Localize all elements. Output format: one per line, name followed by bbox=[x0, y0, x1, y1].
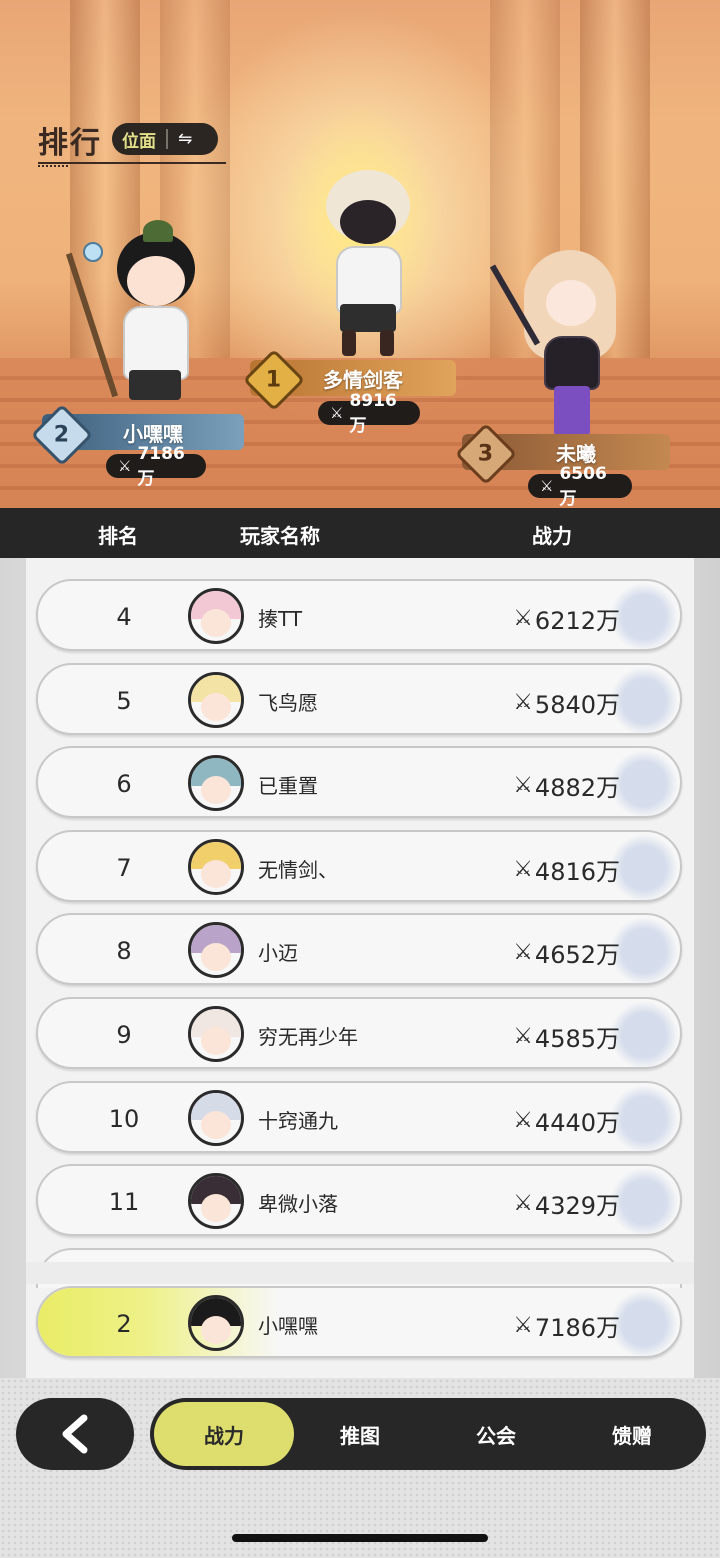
player-avatar bbox=[188, 1006, 244, 1062]
self-rank: 2 bbox=[116, 1310, 132, 1338]
crossed-swords-icon: ⚔ bbox=[118, 457, 132, 475]
podium-second-name: 小嘿嘿 bbox=[123, 421, 183, 446]
ranking-row[interactable]: 6 已重置 ⚔ 4882万 bbox=[36, 746, 682, 819]
player-name: 卑微小落 bbox=[258, 1192, 338, 1217]
crossed-swords-icon: ⚔ bbox=[513, 940, 533, 966]
chevron-left-icon bbox=[62, 1414, 88, 1454]
self-power: ⚔ 7186万 bbox=[513, 1313, 620, 1342]
player-avatar bbox=[188, 755, 244, 812]
row-rank: 6 bbox=[116, 770, 132, 799]
crossed-swords-icon: ⚔ bbox=[513, 689, 533, 715]
ranking-row[interactable]: 10 十窍通九 ⚔ 4440万 bbox=[36, 1080, 682, 1153]
column-power: 战力 bbox=[532, 524, 572, 548]
self-name: 小嘿嘿 bbox=[258, 1314, 318, 1338]
podium-power-third: ⚔ 6506万 bbox=[528, 464, 632, 508]
row-rank: 10 bbox=[108, 1104, 140, 1133]
player-power: ⚔ 4329万 bbox=[513, 1191, 620, 1221]
player-avatar bbox=[188, 838, 244, 895]
self-avatar bbox=[188, 1295, 244, 1351]
player-avatar bbox=[188, 922, 244, 979]
player-name: 十窍通九 bbox=[258, 1108, 338, 1133]
page-title: 排行 bbox=[38, 126, 102, 161]
podium-power-second: ⚔ 7186万 bbox=[106, 444, 206, 489]
swap-arrows-icon: ⇋ bbox=[178, 129, 193, 149]
crossed-swords-icon: ⚔ bbox=[513, 1107, 533, 1133]
player-power: ⚔ 4585万 bbox=[513, 1024, 620, 1053]
home-indicator[interactable] bbox=[232, 1534, 488, 1542]
ranking-row[interactable]: 7 无情剑、 ⚔ 4816万 bbox=[36, 829, 682, 902]
podium-character-third[interactable] bbox=[489, 250, 620, 440]
column-header: 排名 玩家名称 战力 bbox=[0, 508, 720, 558]
podium-banner: 排行 位面 ⇋ 小嘿嘿 2 ⚔ 7186万 多情剑客 1 ⚔ 8916万 未曦 3 … bbox=[0, 0, 720, 508]
ranking-row[interactable]: 5 飞鸟愿 ⚔ 5840万 bbox=[36, 662, 682, 735]
column-player: 玩家名称 bbox=[240, 524, 320, 548]
row-rank: 9 bbox=[116, 1021, 132, 1049]
player-power: ⚔ 4882万 bbox=[513, 773, 620, 803]
podium-character-first[interactable] bbox=[318, 170, 418, 360]
crossed-swords-icon: ⚔ bbox=[513, 1024, 533, 1049]
tab-guild[interactable]: 公会 bbox=[434, 1398, 558, 1470]
row-rank: 11 bbox=[108, 1188, 140, 1217]
player-name: 飞鸟愿 bbox=[258, 690, 318, 715]
player-name: 穷无再少年 bbox=[258, 1025, 358, 1049]
crossed-swords-icon: ⚔ bbox=[513, 1191, 533, 1217]
back-button[interactable] bbox=[16, 1398, 134, 1470]
row-rank: 5 bbox=[116, 686, 132, 715]
player-name: 无情剑、 bbox=[258, 857, 338, 882]
crossed-swords-icon: ⚔ bbox=[513, 773, 533, 799]
ranking-tabs: 战力 推图 公会 馈赠 bbox=[150, 1398, 706, 1470]
player-power: ⚔ 6212万 bbox=[513, 606, 620, 635]
row-rank: 8 bbox=[116, 937, 132, 966]
crossed-swords-icon: ⚔ bbox=[513, 1313, 533, 1338]
scope-switch-label: 位面 bbox=[122, 131, 156, 152]
player-power: ⚔ 4816万 bbox=[513, 856, 620, 886]
tab-stage[interactable]: 推图 bbox=[298, 1398, 422, 1470]
podium-first-name: 多情剑客 bbox=[323, 367, 403, 392]
player-name: 小迈 bbox=[258, 941, 298, 966]
podium-character-second[interactable] bbox=[65, 220, 205, 420]
player-avatar bbox=[188, 1173, 244, 1230]
self-rank-row[interactable]: 2 小嘿嘿 ⚔ 7186万 bbox=[36, 1286, 682, 1358]
crossed-swords-icon: ⚔ bbox=[540, 477, 554, 495]
ranking-row[interactable]: 9 穷无再少年 ⚔ 4585万 bbox=[36, 997, 682, 1069]
tab-gift[interactable]: 馈赠 bbox=[570, 1398, 694, 1470]
column-rank: 排名 bbox=[98, 524, 138, 548]
leaf-icon bbox=[143, 220, 173, 242]
tab-power[interactable]: 战力 bbox=[154, 1402, 294, 1466]
player-avatar bbox=[188, 1089, 244, 1146]
player-power: ⚔ 4440万 bbox=[513, 1107, 620, 1137]
row-rank: 7 bbox=[116, 853, 132, 882]
podium-third-name: 未曦 bbox=[556, 441, 596, 466]
ranking-row[interactable]: 11 卑微小落 ⚔ 4329万 bbox=[36, 1164, 682, 1237]
crossed-swords-icon: ⚔ bbox=[513, 856, 533, 882]
player-power: ⚔ 4652万 bbox=[513, 940, 620, 970]
ranking-row[interactable]: 8 小迈 ⚔ 4652万 bbox=[36, 913, 682, 986]
ranking-title-group: 排行 bbox=[38, 118, 226, 167]
scope-switch-button[interactable]: 位面 ⇋ bbox=[112, 123, 218, 155]
crossed-swords-icon: ⚔ bbox=[513, 606, 533, 631]
player-avatar bbox=[188, 671, 244, 728]
row-rank: 4 bbox=[116, 603, 132, 631]
podium-power-first: ⚔ 8916万 bbox=[318, 391, 420, 436]
ranking-row[interactable]: 4 揍TT ⚔ 6212万 bbox=[36, 579, 682, 651]
player-avatar bbox=[188, 588, 244, 644]
player-power: ⚔ 5840万 bbox=[513, 689, 620, 719]
crossed-swords-icon: ⚔ bbox=[330, 404, 344, 422]
player-name: 揍TT bbox=[258, 607, 303, 631]
player-name: 已重置 bbox=[258, 774, 318, 799]
